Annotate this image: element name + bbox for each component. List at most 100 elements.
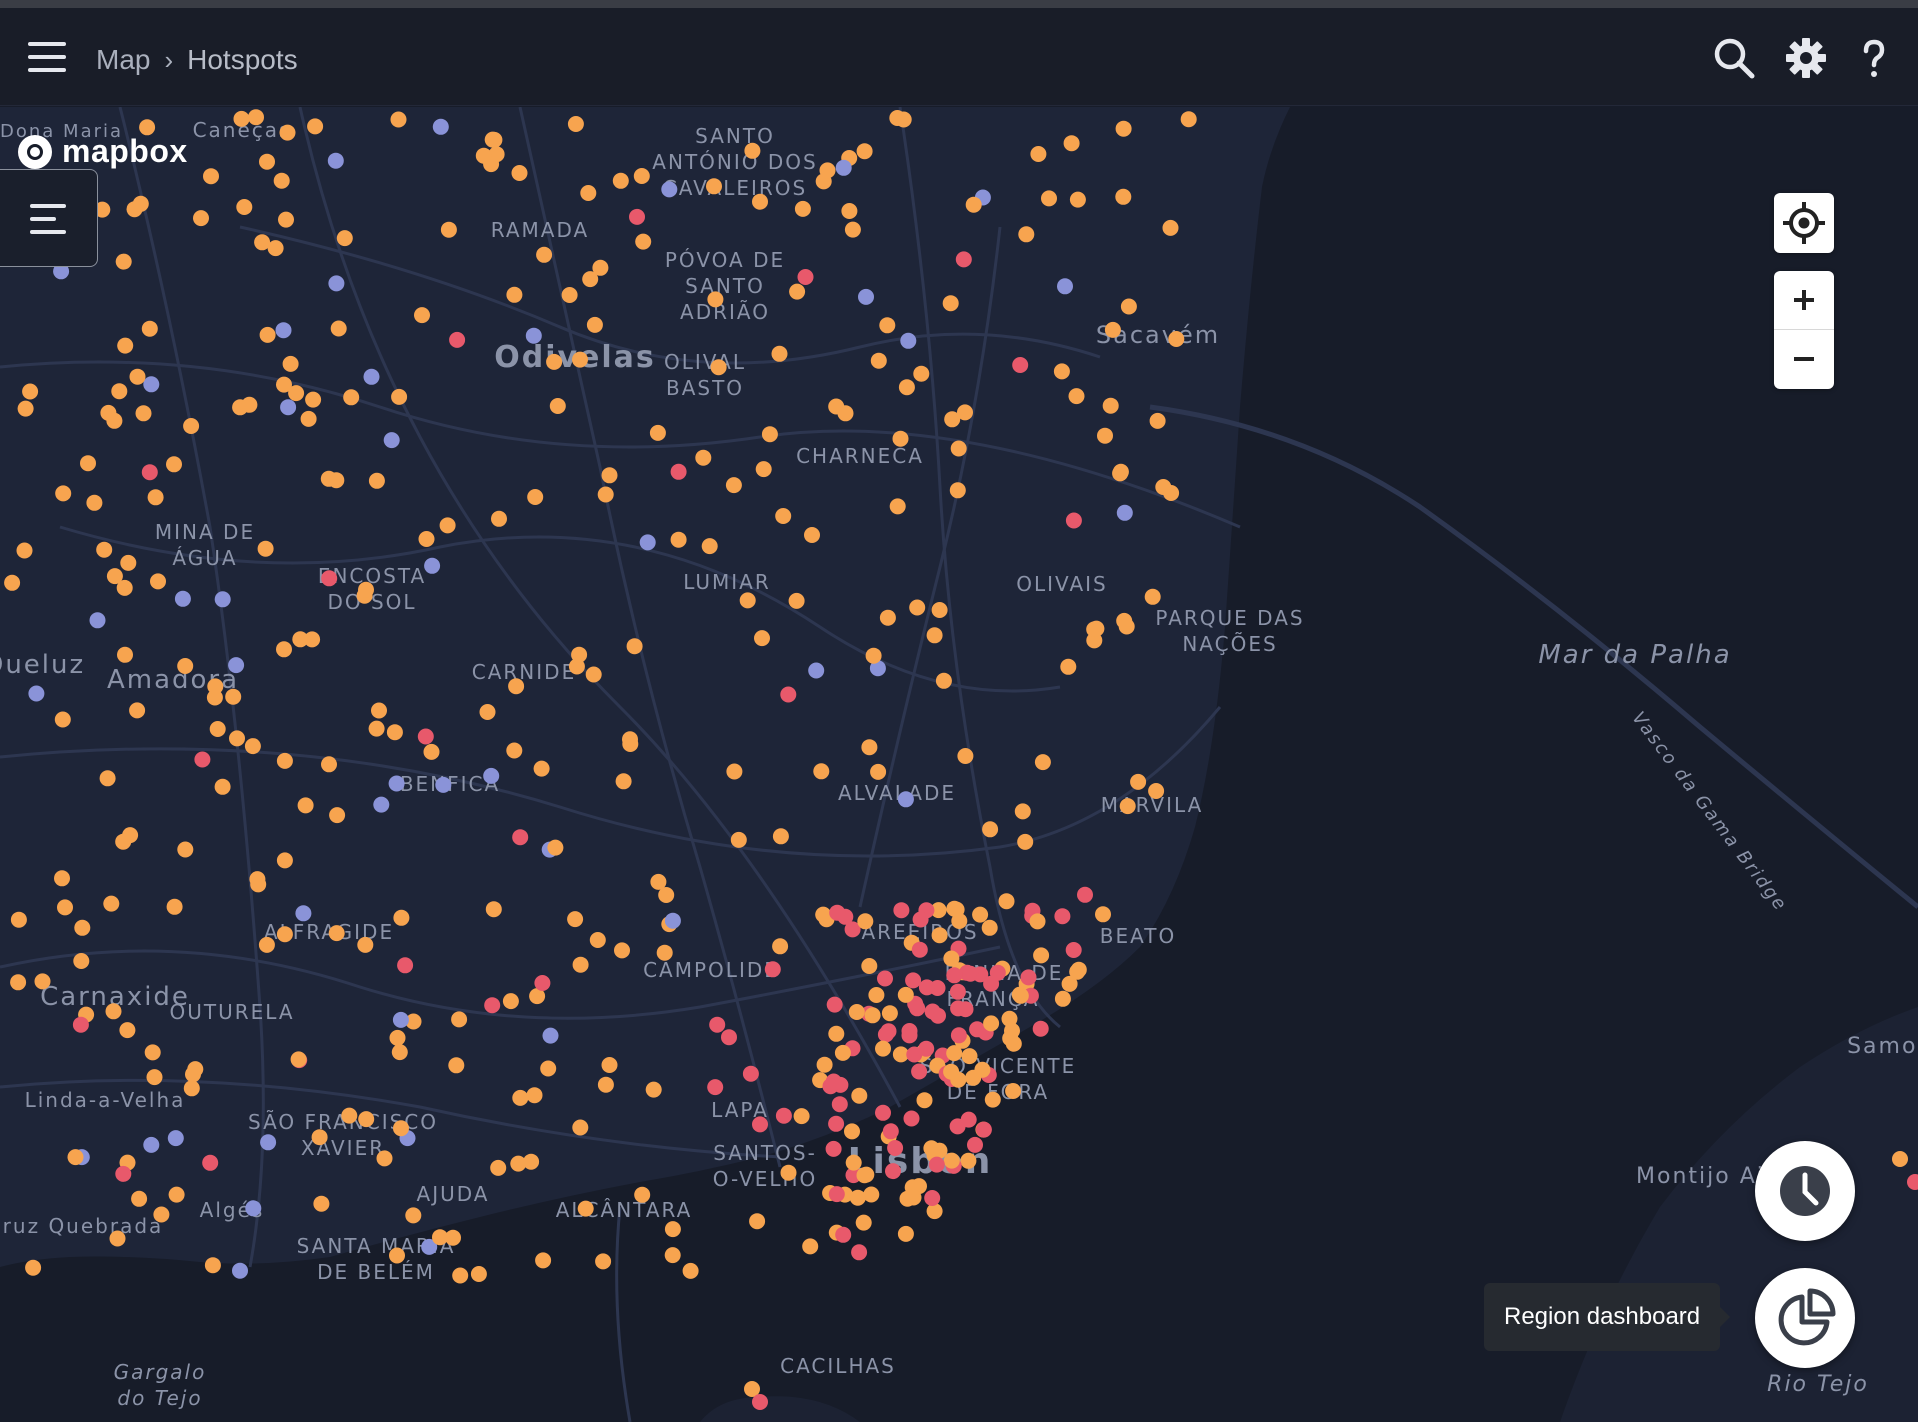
hotspot-marker[interactable]: [1063, 135, 1080, 152]
hotspot-marker[interactable]: [80, 455, 96, 472]
hotspot-marker[interactable]: [851, 1087, 868, 1104]
hotspot-marker[interactable]: [1053, 363, 1070, 380]
hotspot-marker[interactable]: [957, 748, 974, 764]
hotspot-marker[interactable]: [512, 1089, 529, 1106]
hotspot-marker[interactable]: [523, 1153, 540, 1170]
hotspot-marker[interactable]: [22, 383, 39, 400]
hotspot-marker[interactable]: [597, 486, 614, 503]
hotspot-marker[interactable]: [913, 365, 930, 382]
hotspot-marker[interactable]: [236, 199, 253, 215]
hotspot-marker[interactable]: [989, 964, 1006, 981]
hotspot-marker[interactable]: [363, 368, 380, 385]
hotspot-marker[interactable]: [535, 1252, 552, 1269]
hotspot-marker[interactable]: [228, 657, 245, 674]
hotspot-marker[interactable]: [1077, 886, 1093, 903]
hotspot-marker[interactable]: [858, 288, 874, 305]
hotspot-marker[interactable]: [74, 919, 91, 936]
hotspot-marker[interactable]: [926, 627, 943, 644]
hotspot-marker[interactable]: [749, 1213, 766, 1230]
hotspot-marker[interactable]: [612, 172, 629, 189]
hotspot-marker[interactable]: [580, 185, 597, 201]
hotspot-marker[interactable]: [1065, 512, 1082, 529]
hotspot-marker[interactable]: [586, 316, 603, 333]
hotspot-marker[interactable]: [764, 961, 781, 978]
hotspot-marker[interactable]: [280, 399, 297, 416]
hotspot-marker[interactable]: [250, 876, 267, 893]
hotspot-marker[interactable]: [905, 972, 922, 989]
hotspot-marker[interactable]: [204, 1257, 221, 1274]
hotspot-marker[interactable]: [177, 658, 194, 674]
hotspot-marker[interactable]: [772, 828, 789, 845]
hotspot-marker[interactable]: [900, 332, 917, 349]
hotspot-marker[interactable]: [710, 359, 727, 376]
hotspot-marker[interactable]: [388, 775, 405, 792]
plus-icon[interactable]: [1774, 271, 1834, 329]
hotspot-marker[interactable]: [943, 1063, 960, 1080]
hotspot-marker[interactable]: [819, 162, 836, 179]
hotspot-marker[interactable]: [585, 666, 602, 683]
hotspot-marker[interactable]: [649, 424, 666, 441]
hotspot-marker[interactable]: [1097, 427, 1113, 444]
hotspot-marker[interactable]: [1014, 803, 1031, 820]
hotspot-marker[interactable]: [202, 1154, 219, 1171]
hotspot-marker[interactable]: [829, 904, 846, 921]
hotspot-marker[interactable]: [1068, 388, 1085, 405]
hotspot-marker[interactable]: [960, 1111, 977, 1128]
hotspot-marker[interactable]: [1054, 908, 1071, 925]
hotspot-marker[interactable]: [877, 1026, 894, 1043]
hotspot-marker[interactable]: [664, 1221, 681, 1238]
hotspot-marker[interactable]: [214, 591, 231, 608]
hotspot-marker[interactable]: [949, 482, 966, 499]
hotspot-marker[interactable]: [368, 720, 385, 737]
hotspot-marker[interactable]: [984, 1091, 1001, 1108]
hotspot-marker[interactable]: [89, 612, 106, 629]
hotspot-marker[interactable]: [341, 1107, 358, 1124]
hotspot-marker[interactable]: [802, 1238, 819, 1255]
hotspot-marker[interactable]: [931, 602, 948, 618]
hotspot-marker[interactable]: [106, 412, 123, 429]
hotspot-marker[interactable]: [848, 1004, 865, 1020]
hotspot-marker[interactable]: [183, 1080, 200, 1097]
hotspot-marker[interactable]: [540, 1060, 557, 1077]
map-canvas[interactable]: Dona Maria Caneças SANTO ANTÓNIO DOS CAVALEI…: [0, 107, 1918, 1422]
hotspot-marker[interactable]: [418, 531, 435, 547]
hotspot-marker[interactable]: [1115, 188, 1132, 205]
hotspot-marker[interactable]: [109, 1230, 126, 1247]
hotspot-marker[interactable]: [972, 906, 989, 923]
hotspot-marker[interactable]: [490, 1159, 507, 1176]
hotspot-marker[interactable]: [982, 821, 999, 838]
hotspot-marker[interactable]: [276, 926, 293, 943]
hotspot-marker[interactable]: [55, 485, 72, 502]
hotspot-marker[interactable]: [491, 510, 507, 527]
hotspot-marker[interactable]: [1017, 833, 1034, 850]
hotspot-marker[interactable]: [329, 807, 346, 824]
hotspot-marker[interactable]: [855, 1214, 872, 1231]
hotspot-marker[interactable]: [1060, 658, 1077, 675]
hotspot-marker[interactable]: [389, 1247, 405, 1264]
hotspot-marker[interactable]: [1104, 321, 1121, 338]
hotspot-marker[interactable]: [232, 1262, 248, 1279]
hotspot-marker[interactable]: [527, 489, 544, 505]
hotspot-marker[interactable]: [452, 1267, 469, 1284]
hotspot-marker[interactable]: [1119, 798, 1136, 815]
hotspot-marker[interactable]: [147, 489, 164, 506]
hotspot-marker[interactable]: [682, 1262, 699, 1279]
hotspot-marker[interactable]: [752, 193, 768, 210]
hotspot-marker[interactable]: [645, 1081, 662, 1098]
hotspot-marker[interactable]: [336, 230, 353, 247]
hotspot-marker[interactable]: [144, 1044, 161, 1061]
hotspot-marker[interactable]: [1180, 111, 1197, 128]
hotspot-marker[interactable]: [328, 925, 345, 942]
hotspot-marker[interactable]: [825, 1140, 842, 1157]
hotspot-marker[interactable]: [115, 1165, 132, 1182]
hotspot-marker[interactable]: [414, 307, 430, 324]
hotspot-marker[interactable]: [244, 738, 261, 755]
hotspot-marker[interactable]: [506, 286, 523, 303]
hotspot-marker[interactable]: [448, 1057, 465, 1074]
hotspot-marker[interactable]: [1148, 783, 1165, 799]
hotspot-marker[interactable]: [844, 1123, 860, 1140]
hotspot-marker[interactable]: [957, 404, 973, 421]
hotspot-marker[interactable]: [905, 1189, 922, 1206]
hotspot-marker[interactable]: [405, 1207, 422, 1224]
help-icon[interactable]: [1852, 36, 1896, 80]
